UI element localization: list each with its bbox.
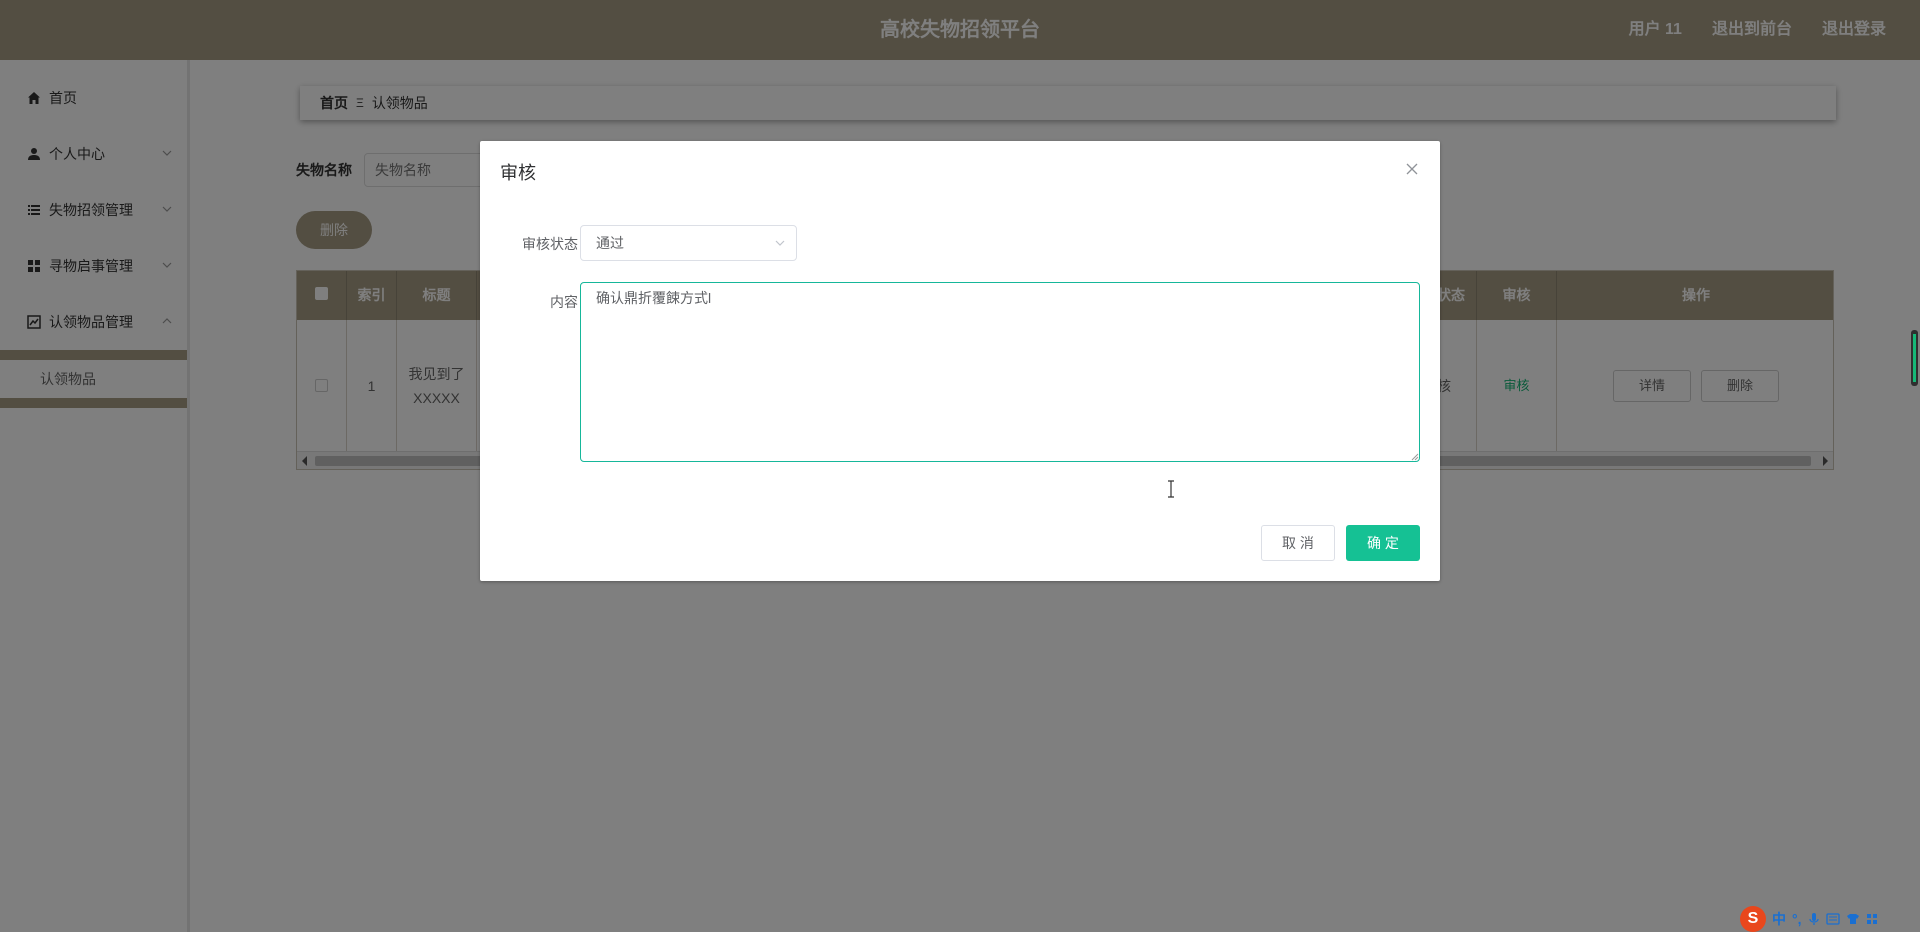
- microphone-icon[interactable]: [1808, 912, 1820, 926]
- close-icon[interactable]: [1404, 161, 1420, 177]
- chevron-down-icon: [775, 240, 785, 246]
- skin-shirt-icon[interactable]: [1846, 913, 1860, 925]
- sogou-logo-icon[interactable]: S: [1740, 906, 1766, 932]
- text-cursor-icon: [1168, 480, 1174, 498]
- audit-dialog: 审核 审核状态 通过 内容 确认鼎折覆餗方式l 取 消 确 定: [480, 141, 1440, 581]
- page-scroll-indicator[interactable]: [1911, 330, 1918, 386]
- status-select[interactable]: 通过: [580, 225, 797, 261]
- dialog-title: 审核: [500, 163, 536, 183]
- status-select-value: 通过: [596, 235, 624, 251]
- content-label: 内容: [550, 294, 578, 310]
- resize-grip-icon[interactable]: [1409, 451, 1419, 461]
- ime-punctuation-indicator[interactable]: °,: [1792, 911, 1802, 927]
- content-textarea[interactable]: 确认鼎折覆餗方式l: [580, 282, 1420, 462]
- cancel-button[interactable]: 取 消: [1261, 525, 1335, 561]
- ime-language-indicator[interactable]: 中: [1772, 909, 1786, 929]
- ime-toolbar[interactable]: S 中 °,: [1740, 906, 1878, 932]
- page-scroll-indicator-fill: [1913, 334, 1916, 382]
- status-label: 审核状态: [522, 236, 578, 252]
- keyboard-icon[interactable]: [1825, 913, 1840, 925]
- confirm-button[interactable]: 确 定: [1346, 525, 1420, 561]
- ime-grid-menu-icon[interactable]: [1866, 913, 1878, 925]
